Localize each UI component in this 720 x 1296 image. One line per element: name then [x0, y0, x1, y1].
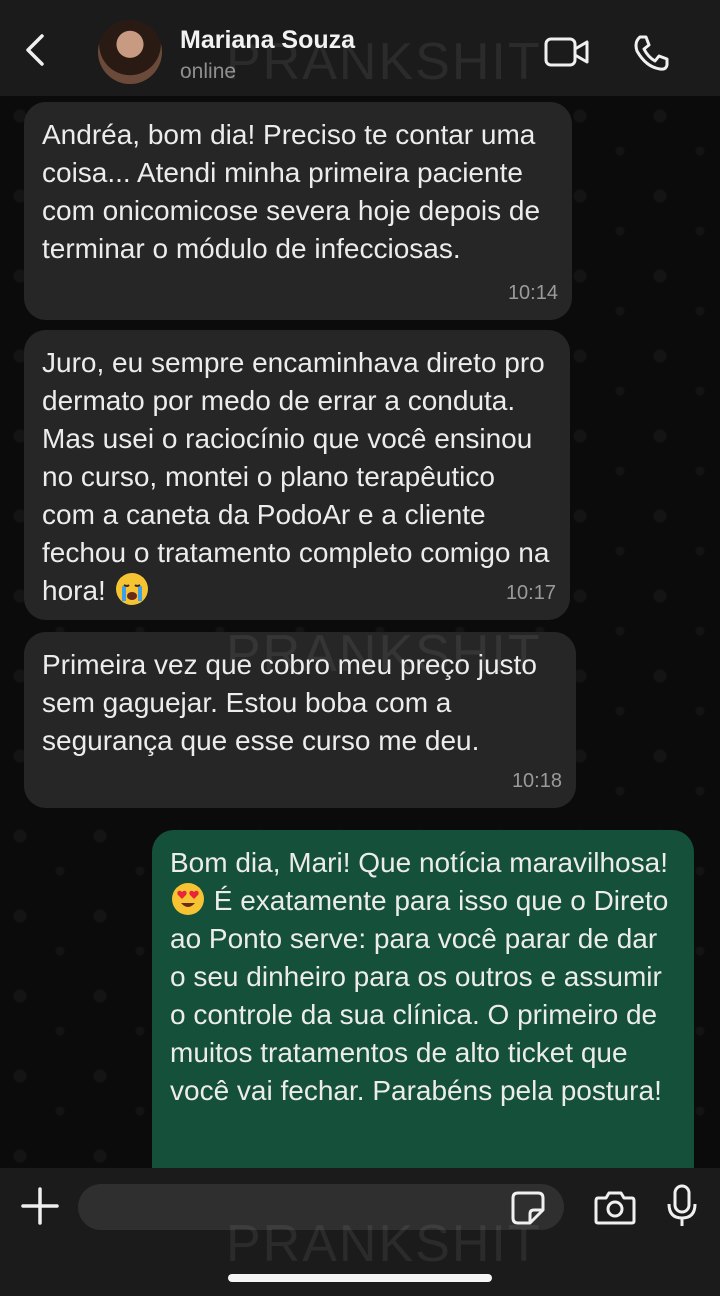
message-text: Juro, eu sempre encaminhava direto pro d…: [42, 347, 550, 606]
crying-face-emoji: [115, 573, 148, 605]
phone-icon[interactable]: [632, 34, 670, 77]
contact-status: online: [180, 60, 237, 83]
message-bubble-incoming[interactable]: Andréa, bom dia! Preciso te contar uma c…: [24, 102, 572, 320]
chevron-left-icon[interactable]: [18, 30, 54, 70]
avatar[interactable]: [98, 20, 162, 84]
chat-header: Mariana Souza online: [0, 0, 720, 96]
message-text: É exatamente para isso que o Direto ao P…: [170, 885, 669, 1106]
plus-icon[interactable]: [20, 1186, 60, 1231]
message-input[interactable]: [78, 1184, 564, 1230]
heart-eyes-emoji: [172, 883, 204, 915]
microphone-icon[interactable]: [666, 1184, 698, 1233]
camera-icon[interactable]: [594, 1188, 636, 1231]
message-text: Andréa, bom dia! Preciso te contar uma c…: [42, 119, 541, 264]
sticker-icon[interactable]: [510, 1190, 546, 1231]
contact-name[interactable]: Mariana Souza: [180, 26, 355, 55]
message-time: 10:18: [511, 770, 562, 792]
message-bubble-incoming[interactable]: Primeira vez que cobro meu preço justo s…: [24, 632, 576, 808]
message-bubble-incoming[interactable]: Juro, eu sempre encaminhava direto pro d…: [24, 330, 570, 620]
message-text: Primeira vez que cobro meu preço justo s…: [42, 649, 537, 756]
home-indicator: [228, 1274, 492, 1282]
message-time: 10:17: [505, 582, 556, 604]
message-time: 10:14: [507, 282, 558, 304]
video-camera-icon[interactable]: [544, 36, 590, 73]
message-text: Bom dia, Mari! Que notícia maravilhosa!: [170, 847, 668, 878]
message-bubble-outgoing[interactable]: Bom dia, Mari! Que notícia maravilhosa! …: [152, 830, 694, 1190]
